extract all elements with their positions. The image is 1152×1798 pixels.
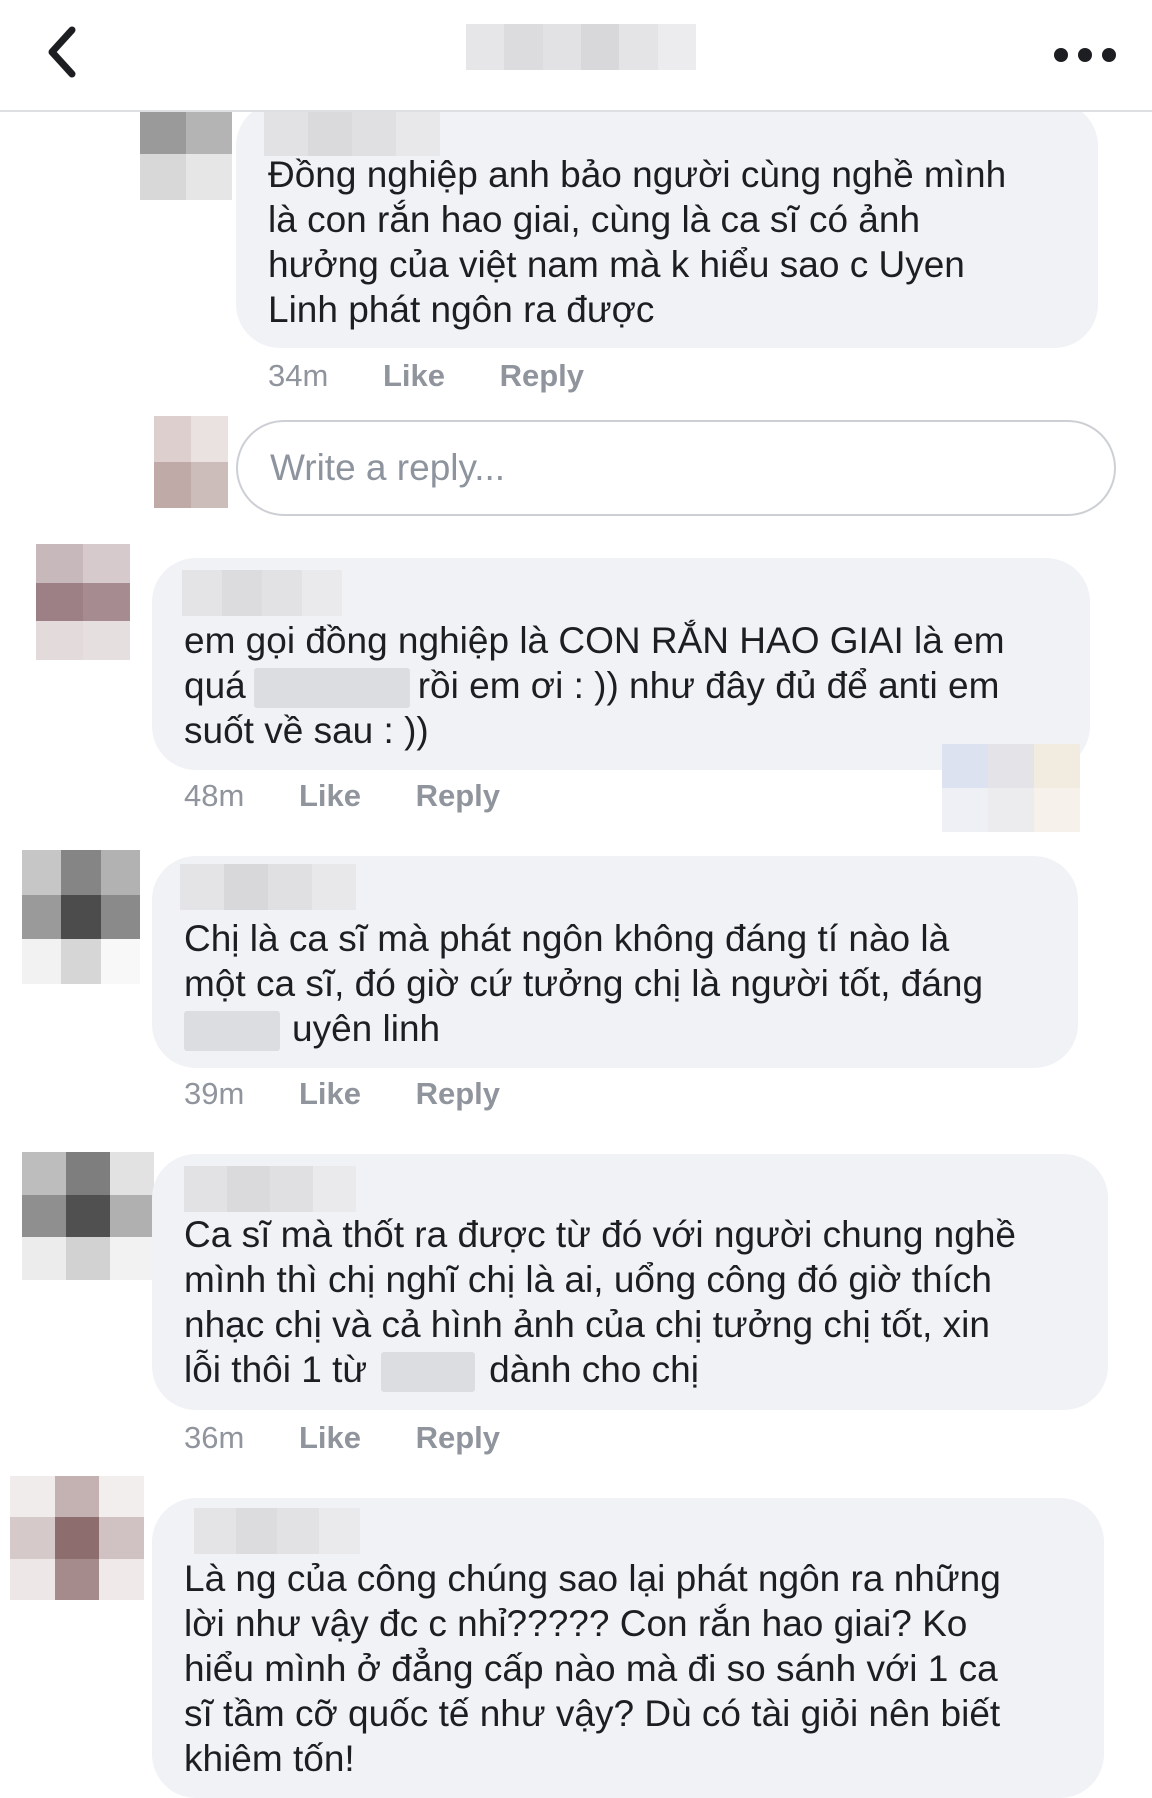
like-button[interactable]: Like: [383, 356, 445, 396]
comment-word: quá: [184, 665, 246, 706]
comment-line: một ca sĩ, đó giờ cứ tưởng chị là người …: [184, 963, 984, 1004]
commenter-name-redacted[interactable]: [194, 1508, 360, 1554]
avatar[interactable]: [10, 1476, 144, 1600]
comment-meta: 39m Like Reply: [184, 1074, 500, 1114]
redacted-word: [381, 1352, 476, 1393]
comment-meta: 36m Like Reply: [184, 1418, 500, 1458]
comment-text: Chị là ca sĩ mà phát ngôn không đáng tí …: [184, 916, 984, 1052]
comment-meta: 34m Like Reply: [268, 356, 584, 396]
top-bar: [0, 0, 1152, 112]
avatar[interactable]: [140, 108, 232, 200]
comment-line: hiểu mình ở đẳng cấp nào mà đi so sánh v…: [184, 1648, 998, 1689]
comment-text: Đồng nghiệp anh bảo người cùng nghề mình…: [268, 152, 1006, 332]
commenter-name-redacted[interactable]: [184, 1166, 356, 1212]
chevron-left-icon: [48, 26, 76, 78]
comment-line: lỗi thôi 1 từ dành cho chị: [184, 1347, 1016, 1393]
page-title-redacted: [466, 24, 696, 70]
comment-line: khiêm tốn!: [184, 1738, 355, 1779]
redacted-word: [253, 668, 410, 709]
like-button[interactable]: Like: [299, 1074, 361, 1114]
comment-line: em gọi đồng nghiệp là CON RẮN HAO GIAI l…: [184, 620, 1005, 661]
like-button[interactable]: Like: [299, 776, 361, 816]
comment-line: hưởng của việt nam mà k hiểu sao c Uyen: [268, 244, 965, 285]
comment-words: dành cho chị: [489, 1349, 699, 1390]
commenter-name-redacted[interactable]: [264, 110, 440, 156]
like-button[interactable]: Like: [299, 1418, 361, 1458]
more-dots-icon: [1054, 48, 1116, 62]
comment-line: suốt về sau : )): [184, 710, 429, 751]
comment-text: Ca sĩ mà thốt ra được từ đó với người ch…: [184, 1212, 1016, 1393]
my-avatar: [154, 416, 228, 508]
comment-line: quá rồi em ơi : )) như đây đủ để anti em: [184, 663, 1005, 709]
reply-button[interactable]: Reply: [416, 776, 500, 816]
comment-line: mình thì chị nghĩ chị là ai, uổng công đ…: [184, 1259, 992, 1300]
reply-button[interactable]: Reply: [500, 356, 584, 396]
write-reply-input[interactable]: [236, 420, 1116, 516]
reply-button[interactable]: Reply: [416, 1074, 500, 1114]
back-button[interactable]: [40, 22, 90, 82]
comment-line: lời như vậy đc c nhỉ????? Con rắn hao gi…: [184, 1603, 968, 1644]
comment-words: lỗi thôi 1 từ: [184, 1349, 368, 1390]
comment-timestamp: 34m: [268, 358, 329, 393]
avatar[interactable]: [22, 850, 140, 984]
comment-line: nhạc chị và cả hình ảnh của chị tưởng ch…: [184, 1304, 990, 1345]
redacted-word: [184, 1011, 280, 1052]
more-options-button[interactable]: [1050, 38, 1120, 72]
reply-button[interactable]: Reply: [416, 1418, 500, 1458]
comment-text: em gọi đồng nghiệp là CON RẮN HAO GIAI l…: [184, 618, 1005, 753]
comment-meta: 48m Like Reply: [184, 776, 500, 816]
comment-line: là con rắn hao giai, cùng là ca sĩ có ản…: [268, 199, 921, 240]
commenter-name-redacted[interactable]: [180, 864, 356, 910]
comment-words: rồi em ơi : )) như đây đủ để anti em: [417, 665, 1000, 706]
comment-line: Ca sĩ mà thốt ra được từ đó với người ch…: [184, 1214, 1016, 1255]
comment-line: sĩ tầm cỡ quốc tế như vậy? Dù có tài giỏ…: [184, 1693, 1001, 1734]
reaction-sticker-redacted: [942, 744, 1080, 832]
commenter-name-redacted[interactable]: [182, 570, 342, 616]
comment-line: Chị là ca sĩ mà phát ngôn không đáng tí …: [184, 918, 950, 959]
comment-timestamp: 36m: [184, 1420, 245, 1455]
comment-line: Đồng nghiệp anh bảo người cùng nghề mình: [268, 154, 1007, 195]
comment-line: uyên linh: [184, 1006, 983, 1052]
comment-timestamp: 48m: [184, 778, 245, 813]
comment-words: uyên linh: [292, 1008, 441, 1049]
comment-line: Linh phát ngôn ra được: [268, 289, 655, 330]
comment-text: Là ng của công chúng sao lại phát ngôn r…: [184, 1556, 1001, 1781]
comment-timestamp: 39m: [184, 1076, 245, 1111]
avatar[interactable]: [36, 544, 130, 660]
avatar[interactable]: [22, 1152, 154, 1280]
comment-line: Là ng của công chúng sao lại phát ngôn r…: [184, 1558, 1001, 1599]
